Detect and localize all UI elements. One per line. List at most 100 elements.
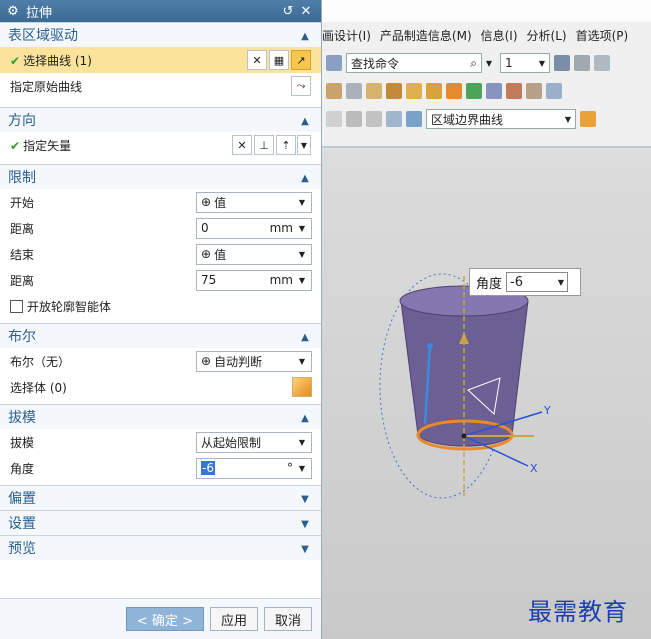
chevron-down-icon[interactable]: ▼ xyxy=(297,224,307,233)
sketch-view-icon[interactable] xyxy=(406,111,422,127)
menu-item-preferences[interactable]: 首选项(P) xyxy=(576,27,629,44)
tool-icon[interactable] xyxy=(326,55,342,71)
feature-icon[interactable] xyxy=(466,83,482,99)
collapse-icon[interactable] xyxy=(297,170,313,185)
group-preview-header[interactable]: 预览 xyxy=(0,535,321,560)
solid-body-icon[interactable] xyxy=(292,377,312,397)
chevron-down-icon[interactable]: ▼ xyxy=(297,276,307,285)
unite-icon[interactable] xyxy=(446,83,462,99)
command-search-input[interactable]: 查找命令 ⌕ xyxy=(346,53,482,73)
reset-button[interactable]: ↺ xyxy=(279,4,297,19)
chevron-down-icon: ▼ xyxy=(538,58,545,68)
angle-input[interactable]: -6 ° ▼ xyxy=(196,457,312,479)
group-draft-header[interactable]: 拔模 xyxy=(0,404,321,429)
chevron-down-icon[interactable]: ▼ xyxy=(297,135,311,155)
chamfer-icon[interactable] xyxy=(486,83,502,99)
chevron-down-icon[interactable]: ▼ xyxy=(297,464,307,473)
draft-row: 拔模 从起始限制 ▼ xyxy=(0,429,321,455)
open-profile-label: 开放轮廓智能体 xyxy=(27,299,112,314)
filter-icon[interactable] xyxy=(366,111,382,127)
cylinder-icon[interactable] xyxy=(346,83,362,99)
start-distance-input[interactable]: 0 mm ▼ xyxy=(196,217,312,239)
select-icon[interactable] xyxy=(346,111,362,127)
collapse-icon[interactable] xyxy=(297,329,313,344)
collapse-icon[interactable] xyxy=(297,28,313,43)
layer-select[interactable]: 1 ▼ xyxy=(500,53,550,73)
specify-origin-curve-row[interactable]: 指定原始曲线 ⤳ xyxy=(0,73,321,99)
group-section-header[interactable]: 表区域驱动 xyxy=(0,22,321,47)
graphics-viewport[interactable]: Y X xyxy=(322,146,651,639)
snap-icon[interactable] xyxy=(386,111,402,127)
extrude-dialog: ⚙ 拉伸 ↺ ✕ 表区域驱动 ✔选择曲线 (1) ✕ ▦ ↗ 指定原始曲线 ⤳ … xyxy=(0,0,322,639)
menu-item-design[interactable]: 画设计(I) xyxy=(322,27,371,44)
menu-item-analysis[interactable]: 分析(L) xyxy=(527,27,567,44)
apply-button[interactable]: 应用 xyxy=(209,607,258,631)
end-distance-input[interactable]: 75 mm ▼ xyxy=(196,269,312,291)
blend-icon[interactable] xyxy=(506,83,522,99)
group-direction-header[interactable]: 方向 xyxy=(0,107,321,132)
undo-icon[interactable] xyxy=(326,111,342,127)
chevron-down-icon[interactable]: ▼ xyxy=(558,278,564,287)
expand-icon[interactable] xyxy=(297,491,313,506)
collapse-icon[interactable] xyxy=(297,410,313,425)
open-profile-row[interactable]: 开放轮廓智能体 xyxy=(0,293,321,319)
cancel-button[interactable]: 取消 xyxy=(263,607,312,631)
block-icon[interactable] xyxy=(366,83,382,99)
deselect-curve-icon[interactable]: ✕ xyxy=(247,50,267,70)
angle-popup-input[interactable]: -6 ▼ xyxy=(506,272,569,292)
group-offset-header[interactable]: 偏置 xyxy=(0,485,321,510)
select-body-row[interactable]: 选择体 (0) xyxy=(0,374,321,400)
sketch-icon[interactable]: ▦ xyxy=(269,50,289,70)
group-settings-header[interactable]: 设置 xyxy=(0,510,321,535)
layer-settings-icon[interactable] xyxy=(574,55,590,71)
arrow-right-icon[interactable] xyxy=(580,111,596,127)
select-curve-row[interactable]: ✔ 选择曲线 (1) ✕ ▦ ↗ xyxy=(0,47,321,73)
y-axis-label: Y xyxy=(543,404,551,417)
menu-item-pmi[interactable]: 产品制造信息(M) xyxy=(380,27,472,44)
specify-vector-row[interactable]: ✔ 指定矢量 ✕ ⊥ ⇡ ▼ xyxy=(0,132,321,158)
end-select[interactable]: ⊕ 值 ▼ xyxy=(196,243,312,265)
extrude-icon[interactable] xyxy=(386,83,402,99)
vector-dialog-icon[interactable]: ⊥ xyxy=(254,135,274,155)
checkmark-icon: ✔ xyxy=(10,138,21,153)
box-icon[interactable] xyxy=(326,83,342,99)
collapse-icon[interactable] xyxy=(297,113,313,128)
group-boolean-header[interactable]: 布尔 xyxy=(0,323,321,348)
layer-icon[interactable] xyxy=(554,55,570,71)
start-select-value: 值 xyxy=(214,195,227,210)
start-select[interactable]: ⊕ 值 ▼ xyxy=(196,191,312,213)
open-profile-checkbox[interactable] xyxy=(10,299,23,313)
close-button[interactable]: ✕ xyxy=(297,4,315,19)
menu-item-info[interactable]: 信息(I) xyxy=(481,27,518,44)
selection-filter-select[interactable]: 区域边界曲线 ▼ xyxy=(426,109,576,129)
x-axis-label: X xyxy=(530,462,538,475)
angle-popup[interactable]: 角度 -6 ▼ xyxy=(469,268,581,296)
toolbar-row-3: 区域边界曲线 ▼ xyxy=(322,106,651,132)
pattern-icon[interactable] xyxy=(546,83,562,99)
move-layer-icon[interactable] xyxy=(594,55,610,71)
group-limits-header[interactable]: 限制 xyxy=(0,164,321,189)
hole-icon[interactable] xyxy=(426,83,442,99)
expand-icon[interactable] xyxy=(297,516,313,531)
end-select-value: 值 xyxy=(214,247,227,262)
expand-icon[interactable] xyxy=(297,541,313,556)
ok-button[interactable]: < 确定 > xyxy=(125,607,204,631)
draft-select[interactable]: 从起始限制 ▼ xyxy=(196,431,312,453)
revolve-icon[interactable] xyxy=(406,83,422,99)
select-body-label: 选择体 (0) xyxy=(10,380,67,395)
group-section-title: 表区域驱动 xyxy=(8,28,78,44)
origin-curve-icon[interactable]: ⤳ xyxy=(291,76,311,96)
chevron-down-icon[interactable]: ▾ xyxy=(486,56,496,70)
group-direction-title: 方向 xyxy=(8,113,36,129)
vector-type-icon[interactable]: ⇡ xyxy=(276,135,296,155)
reverse-direction-icon[interactable]: ✕ xyxy=(232,135,252,155)
dialog-titlebar: ⚙ 拉伸 ↺ ✕ xyxy=(0,0,321,22)
angle-value: -6 xyxy=(201,461,215,475)
unit-label: ° xyxy=(287,461,293,475)
handle-point[interactable] xyxy=(427,343,433,349)
start-distance-row: 距离 0 mm ▼ xyxy=(0,215,321,241)
curve-select-icon[interactable]: ↗ xyxy=(291,50,311,70)
shell-icon[interactable] xyxy=(526,83,542,99)
group-offset-title: 偏置 xyxy=(8,491,36,507)
boolean-select[interactable]: ⊕ 自动判断 ▼ xyxy=(196,350,312,372)
